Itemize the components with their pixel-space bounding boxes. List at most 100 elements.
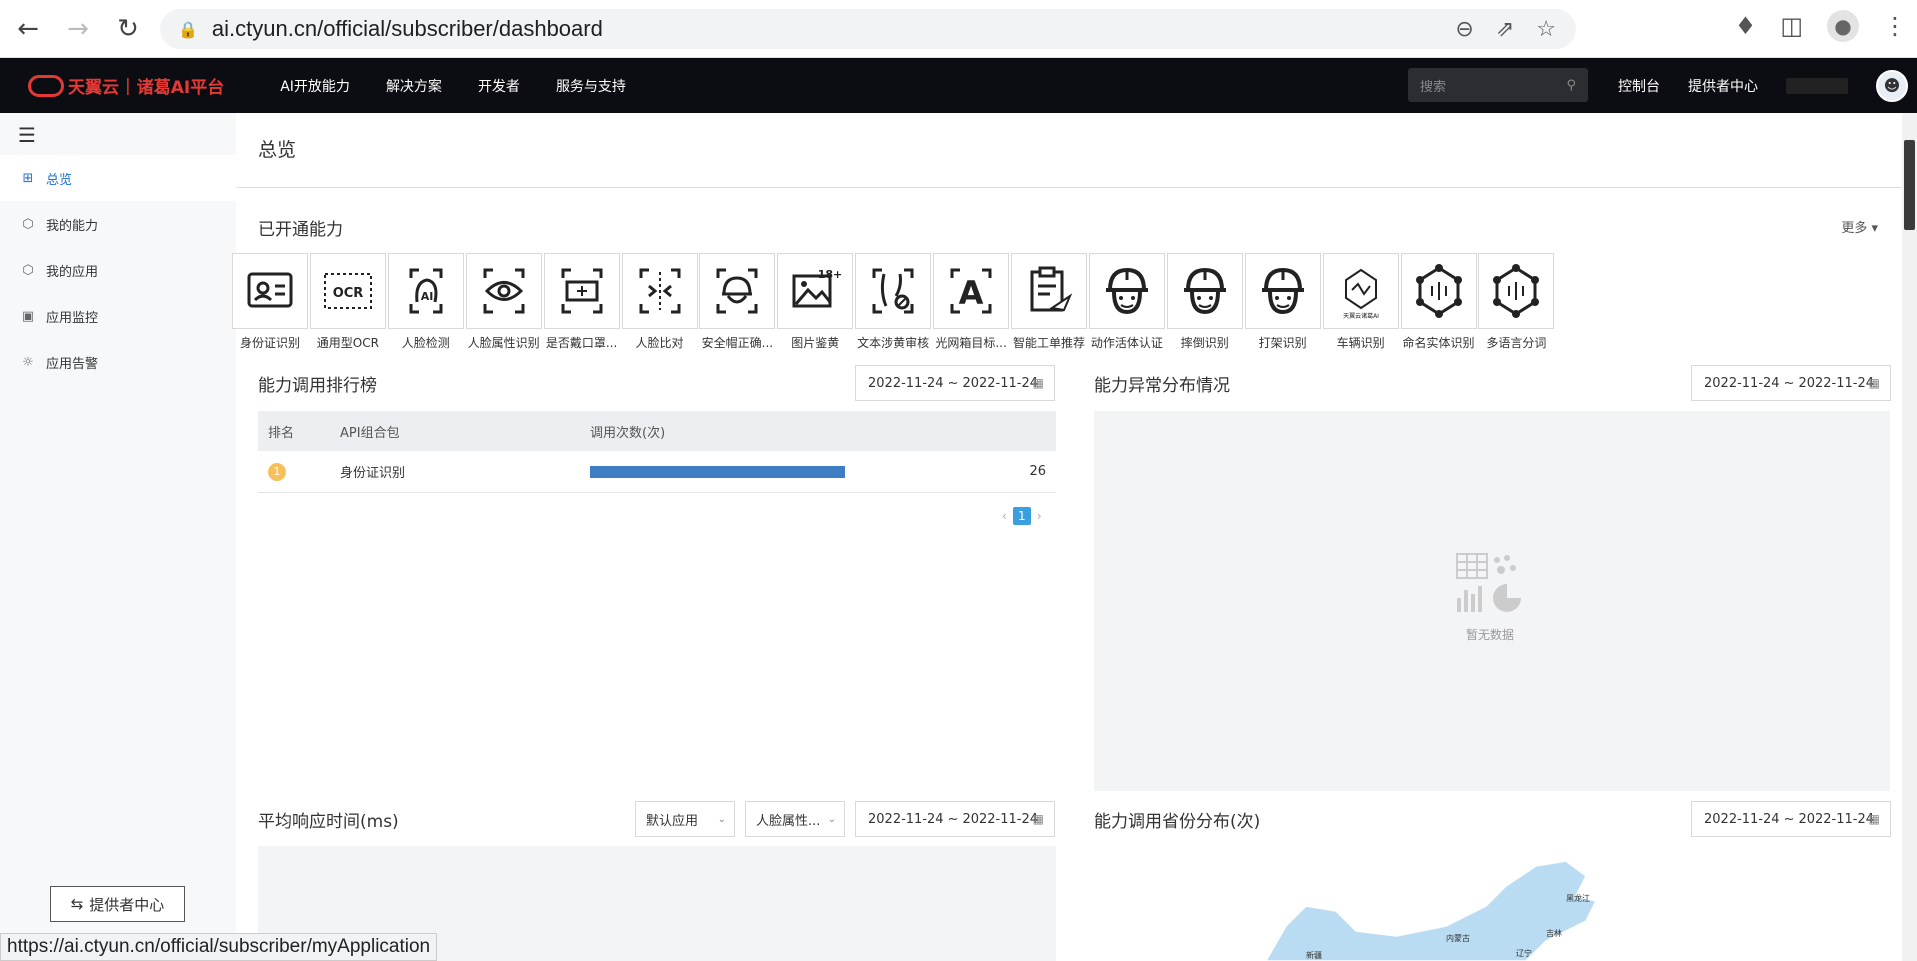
capability-item[interactable]: 摔倒识别 <box>1166 253 1243 351</box>
map-regions[interactable] <box>1265 860 1598 961</box>
menu-item-solutions[interactable]: 解决方案 <box>386 76 442 96</box>
capability-item[interactable]: 人脸属性识别 <box>465 253 542 351</box>
extensions-icon[interactable]: ♦ <box>1735 12 1757 40</box>
capability-tile[interactable] <box>621 253 698 329</box>
search-icon[interactable]: ⚲ <box>1566 78 1576 93</box>
menu-dots-icon[interactable]: ⋮ <box>1883 12 1907 40</box>
capability-item[interactable]: 智能工单推荐 <box>1011 253 1087 351</box>
sidebar-item-app-monitor[interactable]: ▣ 应用监控 <box>0 293 236 339</box>
capability-label: 是否戴口罩... <box>545 336 618 350</box>
capability-tile[interactable]: A <box>933 253 1010 329</box>
sidebar-item-app-alarm[interactable]: ☼ 应用告警 <box>0 339 236 385</box>
capability-tile[interactable] <box>1400 253 1477 329</box>
menu-item-ai-capabilities[interactable]: AI开放能力 <box>280 76 350 96</box>
capability-tile[interactable] <box>1244 253 1321 329</box>
capability-item[interactable]: 命名实体识别 <box>1400 253 1477 351</box>
capability-tile[interactable] <box>1166 253 1243 329</box>
calendar-icon: ▦ <box>1868 812 1880 826</box>
capability-item[interactable]: 人脸比对 <box>621 253 698 351</box>
sidebar-item-label: 我的能力 <box>46 218 99 234</box>
back-icon[interactable]: ← <box>6 7 50 51</box>
capability-label: 车辆识别 <box>1336 336 1385 350</box>
address-bar[interactable]: 🔒 ai.ctyun.cn/official/subscriber/dashbo… <box>160 9 1576 49</box>
provider-center-button[interactable]: ⇆ 提供者中心 <box>50 886 185 922</box>
logo[interactable]: 天翼云 | 诸葛AI平台 <box>28 73 224 98</box>
share-icon[interactable]: ⇗ <box>1496 17 1514 42</box>
table-row[interactable]: 1 身份证识别 26 <box>258 451 1056 493</box>
capability-tile[interactable]: OCR <box>309 253 386 329</box>
lock-icon[interactable]: 🔒 <box>178 20 198 39</box>
bookmark-star-icon[interactable]: ☆ <box>1536 17 1556 42</box>
page-number[interactable]: 1 <box>1012 507 1031 525</box>
scrollbar-track[interactable] <box>1902 113 1917 961</box>
console-link[interactable]: 控制台 <box>1618 76 1660 96</box>
profile-icon[interactable]: ● <box>1827 10 1859 42</box>
capability-item[interactable]: 是否戴口罩... <box>543 253 620 351</box>
capability-item[interactable]: OCR 通用型OCR <box>309 253 386 351</box>
capability-item[interactable]: A 光网箱目标... <box>933 253 1010 351</box>
capability-tile[interactable]: 18+ <box>777 253 854 329</box>
more-label: 更多 <box>1841 221 1868 236</box>
sidebar-item-overview[interactable]: ⊞ 总览 <box>0 155 236 201</box>
collapse-menu-icon[interactable]: ☰ <box>18 123 36 147</box>
more-link[interactable]: 更多 ▾ <box>1841 217 1878 236</box>
capability-tile[interactable] <box>699 253 776 329</box>
user-avatar[interactable]: ☻ <box>1876 69 1908 102</box>
capability-item[interactable]: 多语言分词 <box>1478 253 1555 351</box>
response-date-range[interactable]: 2022-11-24 ~ 2022-11-24 ▦ <box>855 801 1055 837</box>
search-input[interactable]: 搜索 ⚲ <box>1408 68 1588 102</box>
capability-item[interactable]: AI 人脸检测 <box>387 253 464 351</box>
row-api-name: 身份证识别 <box>340 466 406 481</box>
capability-item[interactable]: 动作活体认证 <box>1088 253 1165 351</box>
capability-item[interactable]: 打架识别 <box>1244 253 1321 351</box>
capability-item[interactable]: 天翼云诸葛AI 车辆识别 <box>1322 253 1399 351</box>
menu-item-services[interactable]: 服务与支持 <box>556 76 626 96</box>
capability-tile[interactable] <box>1478 253 1555 329</box>
app-select[interactable]: 默认应用 ⌄ <box>635 801 735 837</box>
capability-tile[interactable] <box>543 253 620 329</box>
menu-item-developers[interactable]: 开发者 <box>478 76 520 96</box>
svg-text:A: A <box>959 274 984 312</box>
main-content: 总览 已开通能力 更多 ▾ 身份证识别 OCR 通用型OCR AI 人脸检测 人脸属性识别… <box>232 113 1902 961</box>
status-bar-url: https://ai.ctyun.cn/official/subscriber/… <box>0 933 438 961</box>
chevron-down-icon: ⌄ <box>717 813 726 825</box>
ranking-date-range[interactable]: 2022-11-24 ~ 2022-11-24 ▦ <box>855 365 1055 401</box>
china-map[interactable]: 黑龙江 吉林 辽宁 内蒙古 新疆 <box>1246 846 1646 961</box>
capability-tile[interactable]: AI <box>387 253 464 329</box>
reload-icon[interactable]: ↻ <box>106 7 150 51</box>
table-header: 排名 API组合包 调用次数(次) <box>258 411 1056 451</box>
top-navigation: 天翼云 | 诸葛AI平台 AI开放能力 解决方案 开发者 服务与支持 搜索 ⚲ … <box>0 58 1917 113</box>
row-count: 26 <box>1029 464 1046 479</box>
capability-item[interactable]: 18+ 图片鉴黄 <box>777 253 854 351</box>
capability-item[interactable]: 身份证识别 <box>232 253 308 351</box>
browser-toolbar: ← → ↻ 🔒 ai.ctyun.cn/official/subscriber/… <box>0 0 1917 58</box>
zoom-icon[interactable]: ⊖ <box>1455 17 1473 42</box>
capability-tile[interactable]: 天翼云诸葛AI <box>1322 253 1399 329</box>
prev-page-icon[interactable]: ‹ <box>1002 509 1007 523</box>
capability-tile[interactable] <box>465 253 542 329</box>
capability-select[interactable]: 人脸属性... ⌄ <box>745 801 845 837</box>
ocr-badge-text: OCR <box>333 286 364 301</box>
province-date-range[interactable]: 2022-11-24 ~ 2022-11-24 ▦ <box>1691 801 1891 837</box>
anomaly-date-range[interactable]: 2022-11-24 ~ 2022-11-24 ▦ <box>1691 365 1891 401</box>
side-panel-icon[interactable]: ◫ <box>1780 12 1803 40</box>
capability-tile[interactable] <box>1011 253 1087 329</box>
capability-tile[interactable] <box>855 253 932 329</box>
capability-tile[interactable] <box>232 253 308 329</box>
ranking-table: 排名 API组合包 调用次数(次) 1 身份证识别 26 <box>258 411 1056 493</box>
username-redacted[interactable] <box>1786 77 1848 94</box>
date-start: 2022-11-24 <box>868 375 944 391</box>
sidebar-item-my-apps[interactable]: ⬡ 我的应用 <box>0 247 236 293</box>
helmet-icon <box>716 268 758 314</box>
scrollbar-thumb[interactable] <box>1904 140 1915 230</box>
sidebar-item-my-capabilities[interactable]: ⬡ 我的能力 <box>0 201 236 247</box>
logo-separator: | <box>125 75 131 96</box>
next-page-icon[interactable]: › <box>1037 509 1042 523</box>
date-end: 2022-11-24 <box>1798 811 1875 827</box>
capability-item[interactable]: 安全帽正确... <box>699 253 776 351</box>
date-separator: ~ <box>1783 811 1795 827</box>
capability-item[interactable]: 文本涉黄审核 <box>855 253 932 351</box>
provider-center-link[interactable]: 提供者中心 <box>1688 76 1758 96</box>
forward-icon[interactable]: → <box>56 7 100 51</box>
capability-tile[interactable] <box>1088 253 1165 329</box>
